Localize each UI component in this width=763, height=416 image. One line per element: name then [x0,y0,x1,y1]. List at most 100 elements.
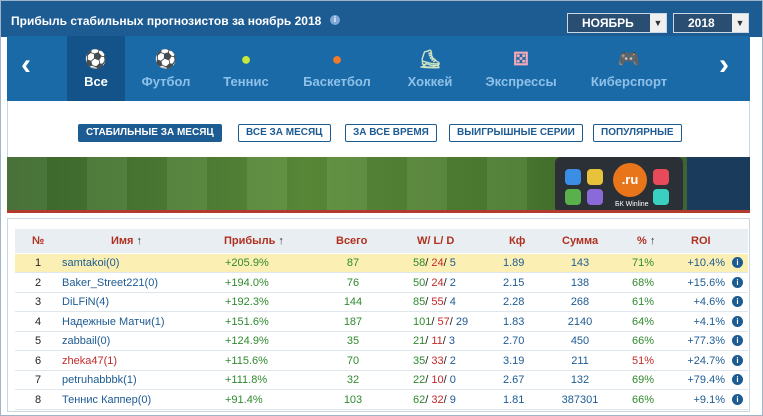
profit-value: +205.9% [225,257,269,269]
col-kf: Кф [509,235,526,247]
chevron-down-icon: ▼ [732,14,748,32]
tab-football[interactable]: ⚽ Футбол [132,36,200,101]
info-icon[interactable]: i [732,354,743,366]
tab-all[interactable]: ⚽ Все [67,36,125,101]
wins: 35 [413,354,426,367]
page-title: Прибыль стабильных прогнозистов за ноябр… [11,14,322,28]
banner-logo: .ru [613,163,647,197]
wld-value: 58/ 24/ 5 [413,257,456,269]
sum-value: 2140 [567,315,593,328]
sum-value: 387301 [561,393,599,406]
wins: 85 [413,296,426,308]
total-value: 35 [346,335,360,347]
info-icon[interactable]: i [732,276,743,288]
total-value: 187 [343,315,363,328]
month-select[interactable]: НОЯБРЬ ▼ [567,13,667,33]
total-value: 32 [346,374,360,386]
col-name[interactable]: Имя ↑ [111,235,142,247]
sport-tabs: ‹ ⚽ Все ⚽ Футбол ● Теннис ● Баскетбол ⛸ … [7,36,750,101]
filter-stable-month[interactable]: СТАБИЛЬНЫЕ ЗА МЕСЯЦ [78,124,222,142]
table-row: 7 petruhabbbk(1) +111.8% 32 22/ 10/ 0 2.67 132… [15,371,748,390]
info-icon[interactable]: i [732,374,743,385]
wins: 62 [413,393,426,406]
filter-all-time[interactable]: ЗА ВСЕ ВРЕМЯ [345,124,437,142]
user-name-link[interactable]: samtakoi(0) [62,257,119,269]
info-icon[interactable]: i [732,257,743,268]
wld-value: 85/ 55/ 4 [413,296,456,308]
info-icon[interactable]: i [732,393,743,405]
next-arrow-icon[interactable]: › [719,50,729,80]
app-icon [587,189,603,205]
tab-label: Футбол [141,74,191,89]
ad-banner[interactable]: .ru БК Winline [7,157,750,213]
user-name-link[interactable]: petruhabbbk(1) [62,374,137,386]
row-num: 4 [35,315,42,328]
tab-label: Хоккей [407,74,453,89]
user-name-link[interactable]: Baker_Street221(0) [62,277,158,289]
year-select[interactable]: 2018 ▼ [673,13,749,33]
row-num: 6 [35,354,42,367]
table-row: 2 Baker_Street221(0) +194.0% 76 50/ 24/ 2 2.1… [15,274,748,293]
info-icon[interactable]: i [732,315,743,327]
col-num: № [32,235,45,247]
info-icon[interactable]: i [732,335,743,346]
pct-value: 66% [632,393,655,406]
hockey-skate-icon: ⛸ [418,49,442,69]
tab-label: Все [84,74,108,89]
info-icon[interactable]: i [330,15,340,25]
user-name-link[interactable]: Надежные Матчи(1) [62,316,165,328]
profit-value: +192.3% [225,296,269,308]
month-select-value: НОЯБРЬ [582,16,634,30]
wins: 50 [413,276,426,289]
draws: 29 [455,315,469,328]
roi-value: +77.3% [687,335,725,347]
gamepad-icon: 🎮 [617,49,641,69]
wld-value: 22/ 10/ 0 [413,374,456,386]
banner-phone-image: .ru БК Winline [555,157,683,210]
user-name-link[interactable]: zheka47(1) [62,355,117,367]
col-total: Всего [336,235,368,247]
app-icon [653,169,669,185]
filter-all-month[interactable]: ВСЕ ЗА МЕСЯЦ [238,124,331,142]
wins: 21 [413,335,426,347]
app-icon [653,189,669,205]
roi-value: +4.1% [693,315,726,328]
tab-esports[interactable]: 🎮 Киберспорт [579,36,679,101]
row-num: 2 [35,276,42,289]
col-pct[interactable]: % ↑ [637,235,655,247]
table-header: № Имя ↑ Прибыль ↑ Всего W/ L/ D Кф Сумма… [15,229,748,253]
prev-arrow-icon[interactable]: ‹ [21,50,31,80]
losses: 32 [431,393,444,406]
tab-tennis[interactable]: ● Теннис [212,36,280,101]
roi-value: +24.7% [687,354,725,367]
pct-value: 64% [632,315,655,328]
sum-value: 132 [570,374,590,386]
user-name-link[interactable]: zabbail(0) [62,335,110,347]
info-icon[interactable]: i [732,296,743,307]
table-row: 4 Надежные Матчи(1) +151.6% 187 101/ 57/ 29 1… [15,313,748,332]
pct-value: 66% [632,335,655,347]
pct-value: 69% [632,374,655,386]
filter-popular[interactable]: ПОПУЛЯРНЫЕ [593,124,682,142]
roi-value: +79.4% [687,374,725,386]
banner-right-panel [687,157,750,210]
roi-value: +4.6% [693,296,726,308]
tennis-ball-icon: ● [240,49,252,69]
kf-value: 1.89 [503,257,525,269]
col-sum: Сумма [562,235,599,247]
user-name-link[interactable]: Теннис Каппер(0) [62,394,151,406]
banner-app-label: БК Winline [615,201,649,208]
tab-express[interactable]: ⚄ Экспрессы [477,36,565,101]
tab-basketball[interactable]: ● Баскетбол [294,36,380,101]
sum-value: 268 [570,296,590,308]
filter-winning-streaks[interactable]: ВЫИГРЫШНЫЕ СЕРИИ [449,124,583,142]
total-value: 144 [343,296,363,308]
draws: 0 [449,374,456,386]
pct-value: 71% [632,257,655,269]
table-row: 3 DiLFiN(4) +192.3% 144 85/ 55/ 4 2.28 268 61% +… [15,293,748,312]
tab-hockey[interactable]: ⛸ Хоккей [395,36,465,101]
tab-label: Теннис [223,74,269,89]
col-profit[interactable]: Прибыль ↑ [224,235,284,247]
losses: 55 [431,296,444,308]
user-name-link[interactable]: DiLFiN(4) [62,296,109,308]
